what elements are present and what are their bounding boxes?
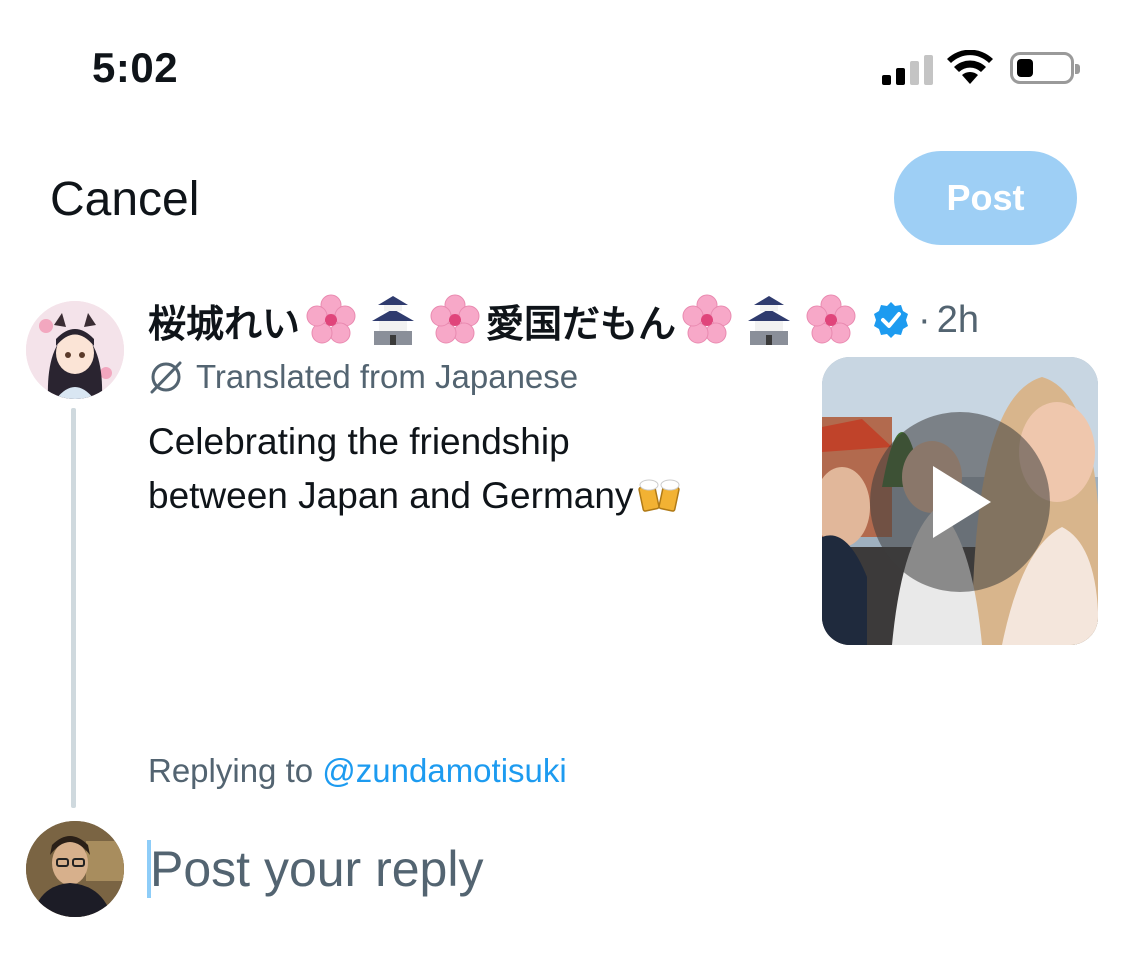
author-name[interactable]: 桜城れい [148, 293, 300, 348]
video-thumbnail[interactable] [822, 357, 1098, 645]
cancel-button[interactable]: Cancel [50, 172, 199, 227]
replying-to: Replying to @zundamotisuki [148, 752, 567, 790]
separator-dot: · [918, 298, 931, 341]
play-icon [933, 466, 991, 538]
post-text: Celebrating the friendship between Japan… [148, 415, 788, 523]
translated-label[interactable]: Translated from Japanese [148, 355, 578, 399]
battery-icon [1010, 52, 1080, 84]
status-time: 5:02 [92, 44, 179, 91]
my-avatar[interactable] [26, 821, 124, 917]
author-avatar[interactable] [26, 301, 124, 399]
author-row: 桜城れい 愛国だもん · 2h [148, 292, 979, 348]
play-button[interactable] [870, 412, 1050, 592]
reply-input[interactable]: Post your reply [150, 840, 483, 898]
author-name-suffix[interactable]: 愛国だもん [486, 293, 676, 348]
cherry-blossom-icon [806, 294, 856, 344]
cherry-blossom-icon [430, 294, 480, 344]
castle-icon [372, 296, 415, 345]
thread-line [71, 408, 76, 808]
cellular-signal-icon [882, 55, 934, 85]
post-button[interactable]: Post [894, 151, 1077, 245]
cherry-blossom-icon [682, 294, 732, 344]
replying-prefix: Replying to [148, 752, 314, 789]
replying-handle-link[interactable]: @zundamotisuki [322, 752, 566, 789]
cherry-blossom-icon [306, 294, 356, 344]
post-text-line2: between Japan and Germany [148, 475, 634, 516]
post-text-line1: Celebrating the friendship [148, 421, 570, 462]
wifi-icon [947, 50, 993, 84]
translated-text: Translated from Japanese [196, 358, 579, 395]
castle-icon [748, 296, 791, 345]
verified-badge-icon [874, 302, 909, 338]
post-age: 2h [936, 298, 979, 341]
beer-mugs-icon [638, 479, 681, 512]
translate-icon [150, 361, 182, 394]
